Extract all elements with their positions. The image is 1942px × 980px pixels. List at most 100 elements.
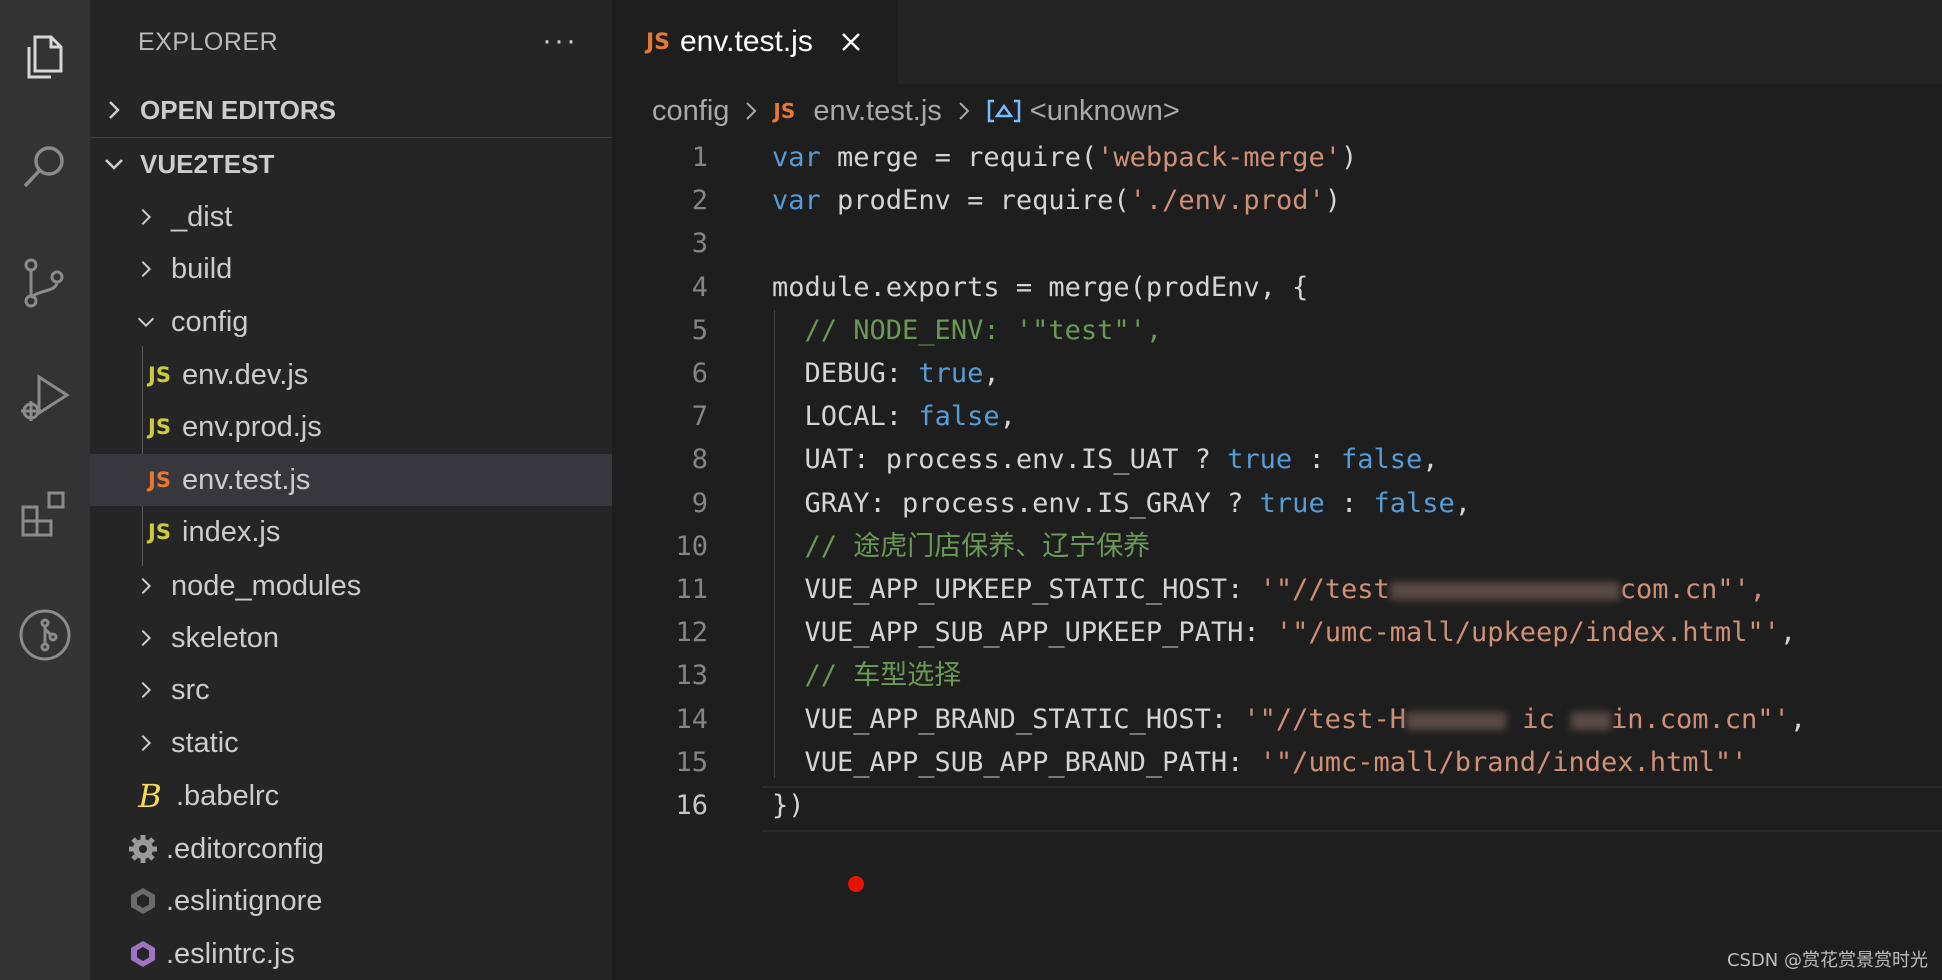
code-token: false [918, 401, 1000, 432]
line-code: var merge = require('webpack-merge') [772, 136, 1357, 179]
line-code: // 途虎门店保养、辽宁保养 [772, 525, 1151, 568]
line-code: VUE_APP_SUB_APP_UPKEEP_PATH: '"/umc-mall… [772, 611, 1797, 654]
chevron-right-icon [141, 260, 152, 278]
tree-item[interactable]: JS env.prod.js [90, 401, 612, 453]
chevron-right-icon [959, 102, 970, 120]
code-line[interactable]: 7 LOCAL: false, [612, 395, 1942, 438]
code-token: DEBUG: [772, 358, 919, 389]
redacted-text [1389, 581, 1620, 600]
line-number: 1 [691, 142, 708, 173]
explorer-sidebar: EXPLORER ··· OPEN EDITORS VUE2TEST _dist… [90, 0, 612, 980]
project-section[interactable]: VUE2TEST [90, 138, 612, 190]
code-token: , [999, 401, 1016, 432]
tree-item[interactable]: B .babelrc [90, 770, 612, 822]
code-token: VUE_APP_UPKEEP_STATIC_HOST: [772, 574, 1260, 605]
line-code: UAT: process.env.IS_UAT ? true : false, [772, 438, 1439, 481]
git-graph-icon[interactable] [0, 590, 90, 680]
code-token: LOCAL: [772, 401, 919, 432]
chevron-right-icon [109, 101, 120, 119]
code-token: ) [1324, 185, 1341, 216]
line-number: 12 [675, 617, 708, 648]
tree-item[interactable]: JS env.dev.js [90, 349, 612, 401]
line-code: // NODE_ENV: '"test"', [772, 309, 1163, 352]
chevron-right-icon [141, 577, 152, 595]
search-icon[interactable] [0, 122, 90, 212]
breadcrumb-folder[interactable]: config [652, 95, 729, 128]
tree-item[interactable]: _dist [90, 191, 612, 243]
tree-item[interactable]: .eslintrc.js [90, 928, 612, 980]
code-line[interactable]: 14 VUE_APP_BRAND_STATIC_HOST: '"//test-H… [612, 698, 1942, 741]
tree-item-label: skeleton [171, 621, 280, 654]
line-number: 5 [691, 315, 708, 346]
code-token: prodEnv = require( [820, 185, 1130, 216]
code-line[interactable]: 9 GRAY: process.env.IS_GRAY ? true : fal… [612, 482, 1942, 525]
code-line[interactable]: 6 DEBUG: true, [612, 352, 1942, 395]
code-line[interactable]: 3 [612, 222, 1942, 265]
code-token: , [1454, 488, 1472, 519]
tab-bar: JS env.test.js [612, 0, 1942, 84]
tab-title: env.test.js [680, 25, 813, 58]
line-number: 4 [691, 272, 708, 303]
breadcrumb-file[interactable]: env.test.js [813, 95, 941, 128]
source-control-icon[interactable] [0, 238, 90, 328]
line-code: LOCAL: false, [772, 395, 1016, 438]
code-line[interactable]: 10 // 途虎门店保养、辽宁保养 [612, 525, 1942, 568]
run-debug-icon[interactable] [0, 352, 90, 442]
more-actions-icon[interactable]: ··· [542, 24, 578, 58]
tab-env-test[interactable]: JS env.test.js [612, 0, 898, 84]
watermark: CSDN @赏花赏景赏时光 [1726, 950, 1928, 971]
project-label: VUE2TEST [140, 148, 275, 179]
code-editor[interactable]: 1 var merge = require('webpack-merge') 2 va… [612, 136, 1942, 980]
open-editors-section[interactable]: OPEN EDITORS [90, 84, 612, 136]
tree-item[interactable]: node_modules [90, 560, 612, 612]
code-line[interactable]: 16}) [612, 784, 1942, 827]
tree-item-label: env.test.js [182, 463, 311, 496]
code-token: true [918, 358, 984, 389]
code-token: true [1227, 444, 1293, 475]
code-token: VUE_APP_SUB_APP_UPKEEP_PATH: [772, 617, 1276, 648]
code-token: ic [1505, 704, 1571, 735]
code-token: '"/umc-mall/brand/index.html"' [1259, 747, 1748, 778]
tree-item[interactable]: static [90, 717, 612, 769]
tree-item-label: node_modules [171, 569, 362, 602]
tree-item[interactable]: src [90, 664, 612, 716]
code-token: '"//test-H [1243, 704, 1406, 735]
line-number: 7 [691, 401, 708, 432]
code-line[interactable]: 5 // NODE_ENV: '"test"', [612, 309, 1942, 352]
line-code: module.exports = merge(prodEnv, { [772, 266, 1308, 309]
breadcrumb-symbol[interactable]: <unknown> [1030, 95, 1180, 128]
code-line[interactable]: 1 var merge = require('webpack-merge') [612, 136, 1942, 179]
line-code: VUE_APP_SUB_APP_BRAND_PATH: '"/umc-mall/… [772, 741, 1748, 784]
code-line[interactable]: 8 UAT: process.env.IS_UAT ? true : false… [612, 438, 1942, 481]
code-token: VUE_APP_SUB_APP_BRAND_PATH: [772, 747, 1260, 778]
code-token: , [1789, 704, 1807, 735]
babel-icon: B [138, 777, 162, 815]
code-token: 'webpack-merge' [1097, 142, 1341, 173]
close-icon[interactable] [839, 30, 863, 54]
code-line[interactable]: 12 VUE_APP_SUB_APP_UPKEEP_PATH: '"/umc-m… [612, 611, 1942, 654]
code-line[interactable]: 15 VUE_APP_SUB_APP_BRAND_PATH: '"/umc-ma… [612, 741, 1942, 784]
line-number: 10 [675, 531, 708, 562]
code-line[interactable]: 4 module.exports = merge(prodEnv, { [612, 266, 1942, 309]
tree-item[interactable]: .editorconfig [90, 823, 612, 875]
code-line[interactable]: 2 var prodEnv = require('./env.prod') [612, 179, 1942, 222]
tree-item-label: src [171, 673, 210, 706]
tree-item-label: .babelrc [176, 779, 280, 812]
tree-item[interactable]: .eslintignore [90, 875, 612, 927]
code-line[interactable]: 11 VUE_APP_UPKEEP_STATIC_HOST: '"//test c… [612, 568, 1942, 611]
extensions-icon[interactable] [0, 470, 90, 560]
tree-item[interactable]: config [90, 296, 612, 348]
code-line[interactable]: 13 // 车型选择 [612, 654, 1942, 697]
tree-item-label: build [171, 252, 233, 285]
tree-item[interactable]: JS env.test.js [90, 454, 612, 506]
tree-item[interactable]: build [90, 243, 612, 295]
tree-item[interactable]: skeleton [90, 612, 612, 664]
code-token: ) [1340, 142, 1358, 173]
explorer-files-icon[interactable] [0, 12, 90, 102]
tree-item-label: config [171, 305, 249, 338]
code-token: , [1422, 444, 1439, 475]
chevron-right-icon [141, 681, 152, 699]
tree-item[interactable]: JS index.js [90, 506, 612, 558]
chevron-down-icon [137, 317, 155, 328]
